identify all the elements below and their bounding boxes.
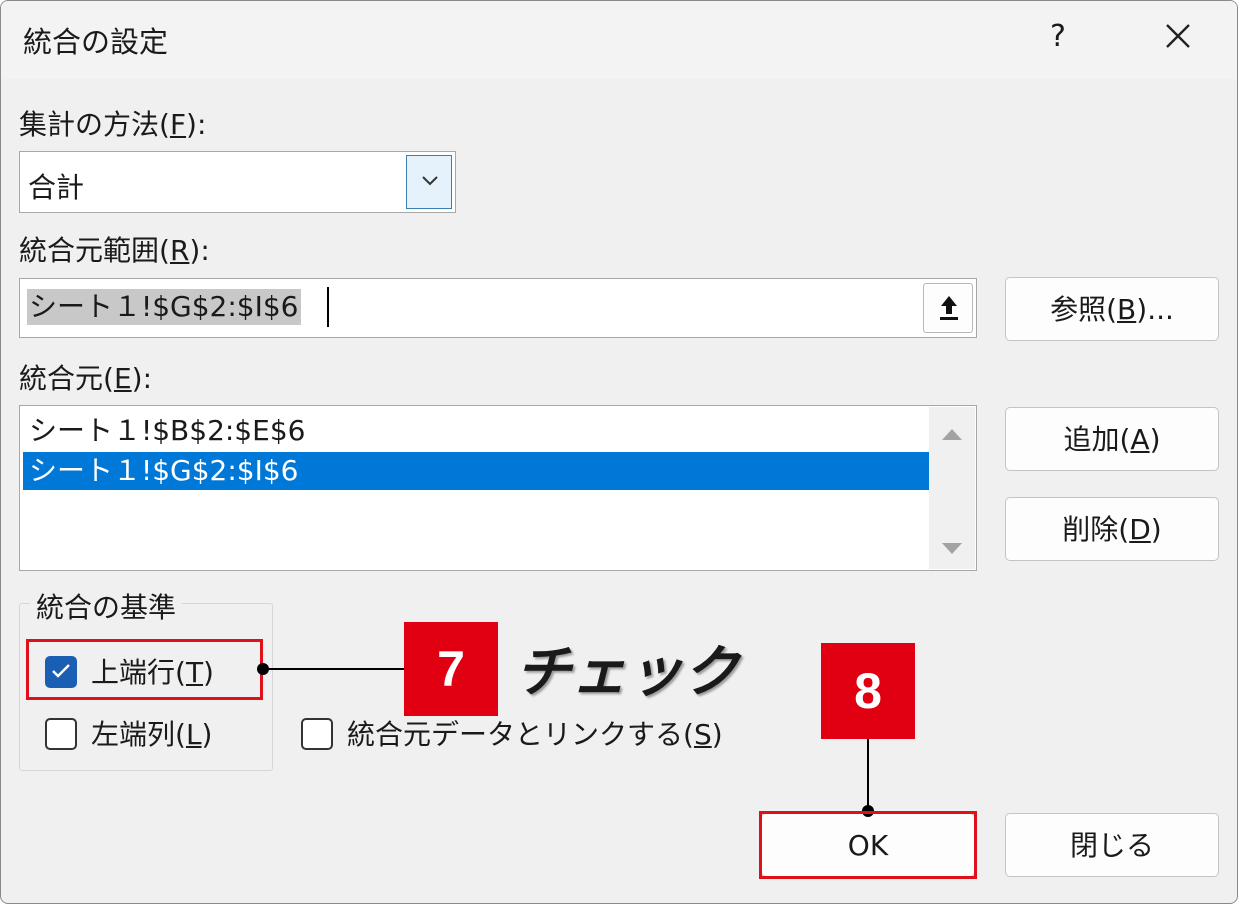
collapse-dialog-icon[interactable] [923,283,973,333]
help-button[interactable]: ? [1041,15,1075,59]
sources-label: 統合元(E): [19,362,152,395]
checkbox-unchecked-icon[interactable] [301,718,333,750]
title-bar: 統合の設定 ? [1,1,1237,79]
scroll-down-icon[interactable] [942,543,962,554]
function-label: 集計の方法(F): [19,108,207,141]
browse-button[interactable]: 参照(B)... [1005,277,1219,341]
left-column-checkbox[interactable]: 左端列(L) [45,713,245,753]
list-item-selected[interactable]: シート１!$G$2:$I$6 [23,452,929,490]
consolidate-dialog: 統合の設定 ? 集計の方法(F): 合計 統合元範囲(R): シート１!$G$2… [0,0,1238,904]
vertical-scrollbar[interactable] [929,407,975,569]
scroll-up-icon[interactable] [942,429,962,440]
group-title: 統合の基準 [30,586,183,626]
check-note: チェック [515,640,739,705]
step-7-badge: 7 [404,622,498,716]
delete-button[interactable]: 削除(D) [1005,497,1219,561]
function-select[interactable]: 合計 [19,151,456,213]
close-icon[interactable] [1153,17,1203,61]
reference-value: シート１!$G$2:$I$6 [27,289,301,325]
step-8-badge: 8 [821,643,915,739]
dialog-title: 統合の設定 [23,25,169,59]
sources-list[interactable]: シート１!$B$2:$E$6 シート１!$G$2:$I$6 [19,405,977,571]
add-button[interactable]: 追加(A) [1005,407,1219,471]
link-source-label: 統合元データとリンクする(S) [347,718,723,751]
list-item[interactable]: シート１!$B$2:$E$6 [23,412,929,450]
reference-label: 統合元範囲(R): [19,234,210,267]
reference-input[interactable]: シート１!$G$2:$I$6 [19,278,977,338]
close-button[interactable]: 閉じる [1005,813,1219,877]
highlight-ok-button [759,811,977,879]
annotation-line [263,668,405,670]
function-selected-value: 合計 [28,171,85,204]
chevron-down-icon[interactable] [406,155,452,209]
left-column-label: 左端列(L) [91,718,213,751]
text-caret [327,287,329,327]
link-source-checkbox[interactable]: 統合元データとリンクする(S) [301,713,723,753]
checkbox-unchecked-icon[interactable] [45,718,77,750]
annotation-line [867,739,869,811]
highlight-top-row [26,639,263,700]
